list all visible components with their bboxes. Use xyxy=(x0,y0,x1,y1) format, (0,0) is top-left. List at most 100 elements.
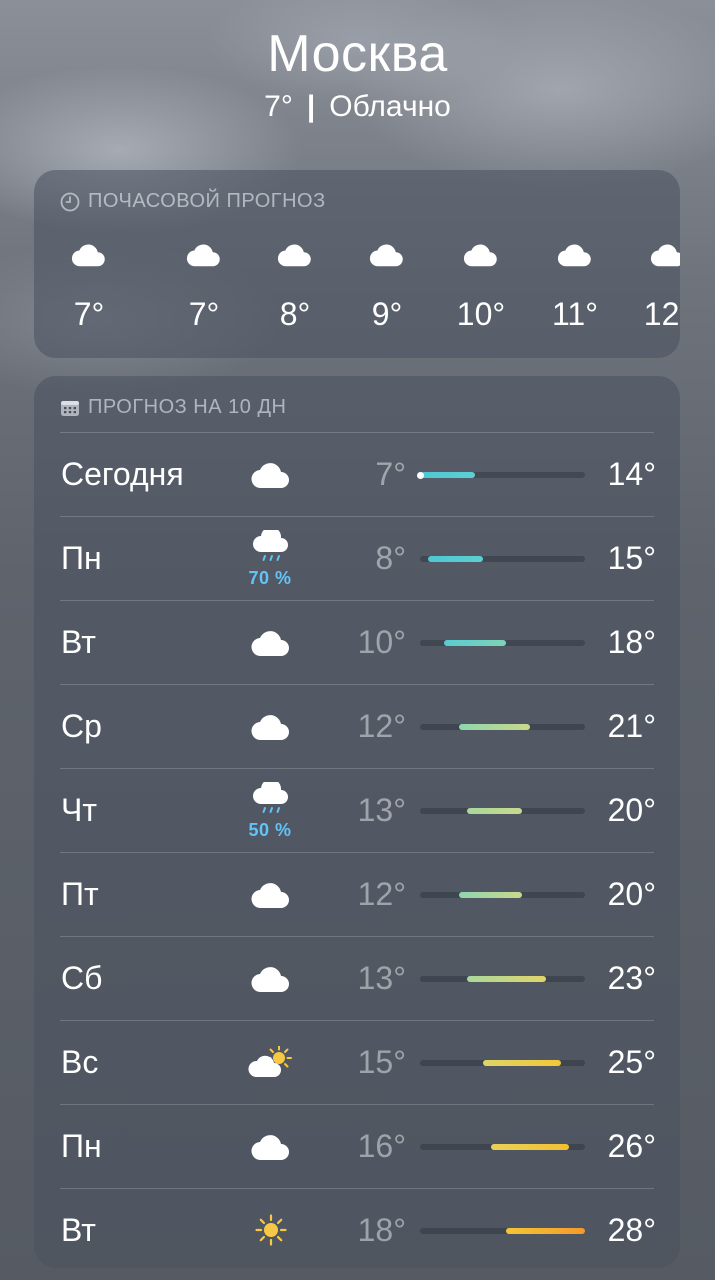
cloud-icon xyxy=(251,967,289,993)
day-label: Вт xyxy=(61,624,96,660)
daily-row[interactable]: Сб 13° 23° xyxy=(34,936,680,1020)
high-temp: 21° xyxy=(607,708,656,744)
temp-range-fill xyxy=(420,472,475,478)
hourly-temp: 7° xyxy=(188,296,220,332)
low-temp: 8° xyxy=(375,540,406,576)
city-name: Москва xyxy=(267,25,448,83)
daily-row[interactable]: Вт 10° 18° xyxy=(34,600,680,684)
temp-range-bar xyxy=(420,976,585,982)
cloud-icon xyxy=(251,715,289,741)
day-label: Вт xyxy=(61,1212,96,1248)
current-summary: 7° | Облачно xyxy=(0,90,715,124)
high-temp: 18° xyxy=(607,624,656,660)
temp-range-fill xyxy=(443,640,507,646)
temp-range-fill xyxy=(467,808,523,814)
hourly-item: 12° xyxy=(618,240,680,332)
daily-row[interactable]: Чт 50 % 13° 20° xyxy=(34,768,680,852)
low-temp: 16° xyxy=(357,1128,406,1164)
daily-row[interactable]: Пн 16° 26° xyxy=(34,1104,680,1188)
day-label: Чт xyxy=(61,792,97,828)
hourly-temp: 12° xyxy=(643,296,680,332)
high-temp: 25° xyxy=(607,1044,656,1080)
temp-range-bar xyxy=(420,724,585,730)
hourly-item: 7° xyxy=(154,240,254,332)
temp-range-bar xyxy=(420,1144,585,1150)
low-temp: 12° xyxy=(357,876,406,912)
temp-range-fill xyxy=(467,976,546,982)
high-temp: 23° xyxy=(607,960,656,996)
daily-row[interactable]: Пт 12° 20° xyxy=(34,852,680,936)
low-temp: 15° xyxy=(357,1044,406,1080)
temp-range-bar xyxy=(420,1060,585,1066)
cloud-rain-icon xyxy=(253,782,288,813)
high-temp: 28° xyxy=(607,1212,656,1248)
day-label: Сб xyxy=(61,960,103,996)
temp-range-bar xyxy=(417,471,585,479)
sun-icon xyxy=(255,1214,287,1246)
low-temp: 10° xyxy=(357,624,406,660)
temp-range-bar xyxy=(420,892,585,898)
high-temp: 15° xyxy=(607,540,656,576)
day-label: Пн xyxy=(61,540,102,576)
low-temp: 18° xyxy=(357,1212,406,1248)
cloud-icon xyxy=(251,463,289,489)
cloud-icon xyxy=(463,244,497,267)
cloud-icon xyxy=(71,244,105,267)
temp-range-fill xyxy=(427,556,483,562)
daily-forecast-card[interactable]: ПРОГНОЗ НА 10 ДН Сегодня 7° 14° Пн 70 % 8° 15°… xyxy=(34,376,680,1268)
high-temp: 26° xyxy=(607,1128,656,1164)
high-temp: 20° xyxy=(607,792,656,828)
cloud-icon xyxy=(251,1135,289,1161)
day-label: Пн xyxy=(61,1128,102,1164)
temp-range-fill xyxy=(459,724,530,730)
hourly-item: 8° xyxy=(245,240,345,332)
summary-separator: | xyxy=(306,90,316,123)
high-temp: 20° xyxy=(607,876,656,912)
low-temp: 7° xyxy=(375,456,406,492)
day-label: Пт xyxy=(61,876,99,912)
temp-range-fill xyxy=(482,1060,562,1066)
daily-row[interactable]: Вс 15° 25° xyxy=(34,1020,680,1104)
daily-title: ПРОГНОЗ НА 10 ДН xyxy=(88,396,287,418)
high-temp: 14° xyxy=(607,456,656,492)
current-temp: 7° xyxy=(264,90,293,123)
hourly-temp: 11° xyxy=(551,296,598,332)
current-condition: Облачно xyxy=(329,90,451,123)
temp-range-bar xyxy=(420,808,585,814)
temp-range-fill xyxy=(459,892,523,898)
precip-probability: 70 % xyxy=(248,568,292,588)
hourly-forecast-card[interactable]: ПОЧАСОВОЙ ПРОГНОЗ 7° 7° 8° 9° 10° 11° 12° xyxy=(34,170,680,358)
cloud-icon xyxy=(186,244,220,267)
cloud-icon xyxy=(650,244,680,267)
hourly-item: 11° xyxy=(525,240,625,332)
low-temp: 13° xyxy=(357,960,406,996)
daily-row[interactable]: Ср 12° 21° xyxy=(34,684,680,768)
daily-row[interactable]: Сегодня 7° 14° xyxy=(34,432,680,516)
hourly-title: ПОЧАСОВОЙ ПРОГНОЗ xyxy=(88,190,326,212)
temp-range-bar xyxy=(420,556,585,562)
day-label: Ср xyxy=(61,708,102,744)
hourly-temp: 9° xyxy=(371,296,403,332)
calendar-icon xyxy=(61,400,79,416)
clock-icon xyxy=(60,192,80,211)
cloud-sun-icon xyxy=(248,1046,292,1077)
cloud-icon xyxy=(251,883,289,909)
daily-row[interactable]: Вт 18° 28° xyxy=(34,1188,680,1268)
low-temp: 13° xyxy=(357,792,406,828)
current-temp-dot xyxy=(417,471,424,479)
daily-row[interactable]: Пн 70 % 8° 15° xyxy=(34,516,680,600)
cloud-icon xyxy=(557,244,591,267)
temp-range-bar xyxy=(420,1228,585,1234)
temp-range-fill xyxy=(490,1144,570,1150)
cloud-rain-icon xyxy=(253,530,288,561)
temp-range-bar xyxy=(420,640,585,646)
day-label: Сегодня xyxy=(61,456,184,492)
day-label: Вс xyxy=(61,1044,99,1080)
precip-probability: 50 % xyxy=(248,820,292,840)
hourly-temp: 10° xyxy=(456,296,506,332)
hourly-header: ПОЧАСОВОЙ ПРОГНОЗ xyxy=(60,190,326,213)
hourly-item: 7° xyxy=(39,240,139,332)
hourly-item: 9° xyxy=(337,240,437,332)
hourly-item: 10° xyxy=(431,240,531,332)
cloud-icon xyxy=(251,631,289,657)
